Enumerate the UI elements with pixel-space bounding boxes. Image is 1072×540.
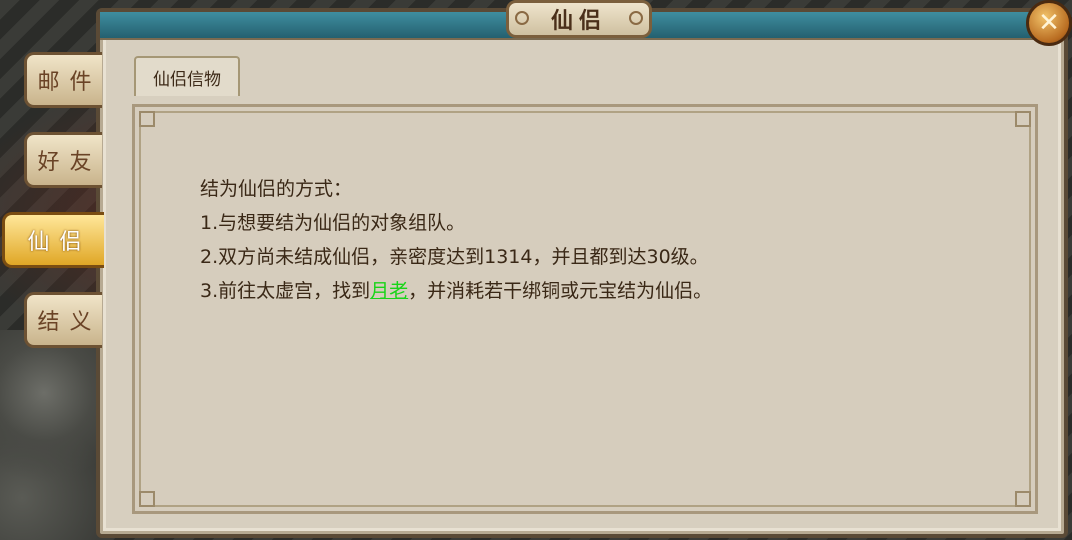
side-tab-partner[interactable]: 仙侣 xyxy=(2,212,104,268)
ornament-icon xyxy=(515,11,529,25)
tab-label: 仙侣信物 xyxy=(153,69,221,90)
side-tab-friends[interactable]: 好友 xyxy=(24,132,102,188)
tab-partner-token[interactable]: 仙侣信物 xyxy=(134,56,240,96)
background-floor xyxy=(0,330,110,540)
side-tab-label: 仙侣 xyxy=(27,230,92,255)
instruction-line: 2.双方尚未结成仙侣，亲密度达到1314，并且都到达30级。 xyxy=(200,246,709,268)
yuelao-link[interactable]: 月老 xyxy=(370,280,408,302)
instruction-line: 3.前往太虚宫，找到月老，并消耗若干绑铜或元宝结为仙侣。 xyxy=(200,274,712,308)
content-panel xyxy=(132,104,1038,514)
instruction-line: 1.与想要结为仙侣的对象组队。 xyxy=(200,212,466,234)
corner-ornament xyxy=(139,491,155,507)
ornament-icon xyxy=(629,11,643,25)
instruction-text: 3.前往太虚宫，找到 xyxy=(200,280,371,302)
corner-ornament xyxy=(1015,111,1031,127)
window-title: 仙侣 xyxy=(550,8,607,34)
corner-ornament xyxy=(139,111,155,127)
instruction-text: ，并消耗若干绑铜或元宝结为仙侣。 xyxy=(408,280,713,302)
instructions-text: 结为仙侣的方式： 1.与想要结为仙侣的对象组队。 2.双方尚未结成仙侣，亲密度达… xyxy=(200,172,712,308)
side-tab-mail[interactable]: 邮件 xyxy=(24,52,102,108)
corner-ornament xyxy=(1015,491,1031,507)
side-tab-label: 结义 xyxy=(37,310,102,335)
side-tab-label: 邮件 xyxy=(37,70,102,95)
close-icon: ✕ xyxy=(1038,8,1060,38)
side-tab-sworn[interactable]: 结义 xyxy=(24,292,102,348)
title-plaque: 仙侣 xyxy=(506,0,652,38)
instructions-heading: 结为仙侣的方式： xyxy=(200,178,353,200)
side-tab-label: 好友 xyxy=(37,150,102,175)
close-button[interactable]: ✕ xyxy=(1026,0,1072,46)
